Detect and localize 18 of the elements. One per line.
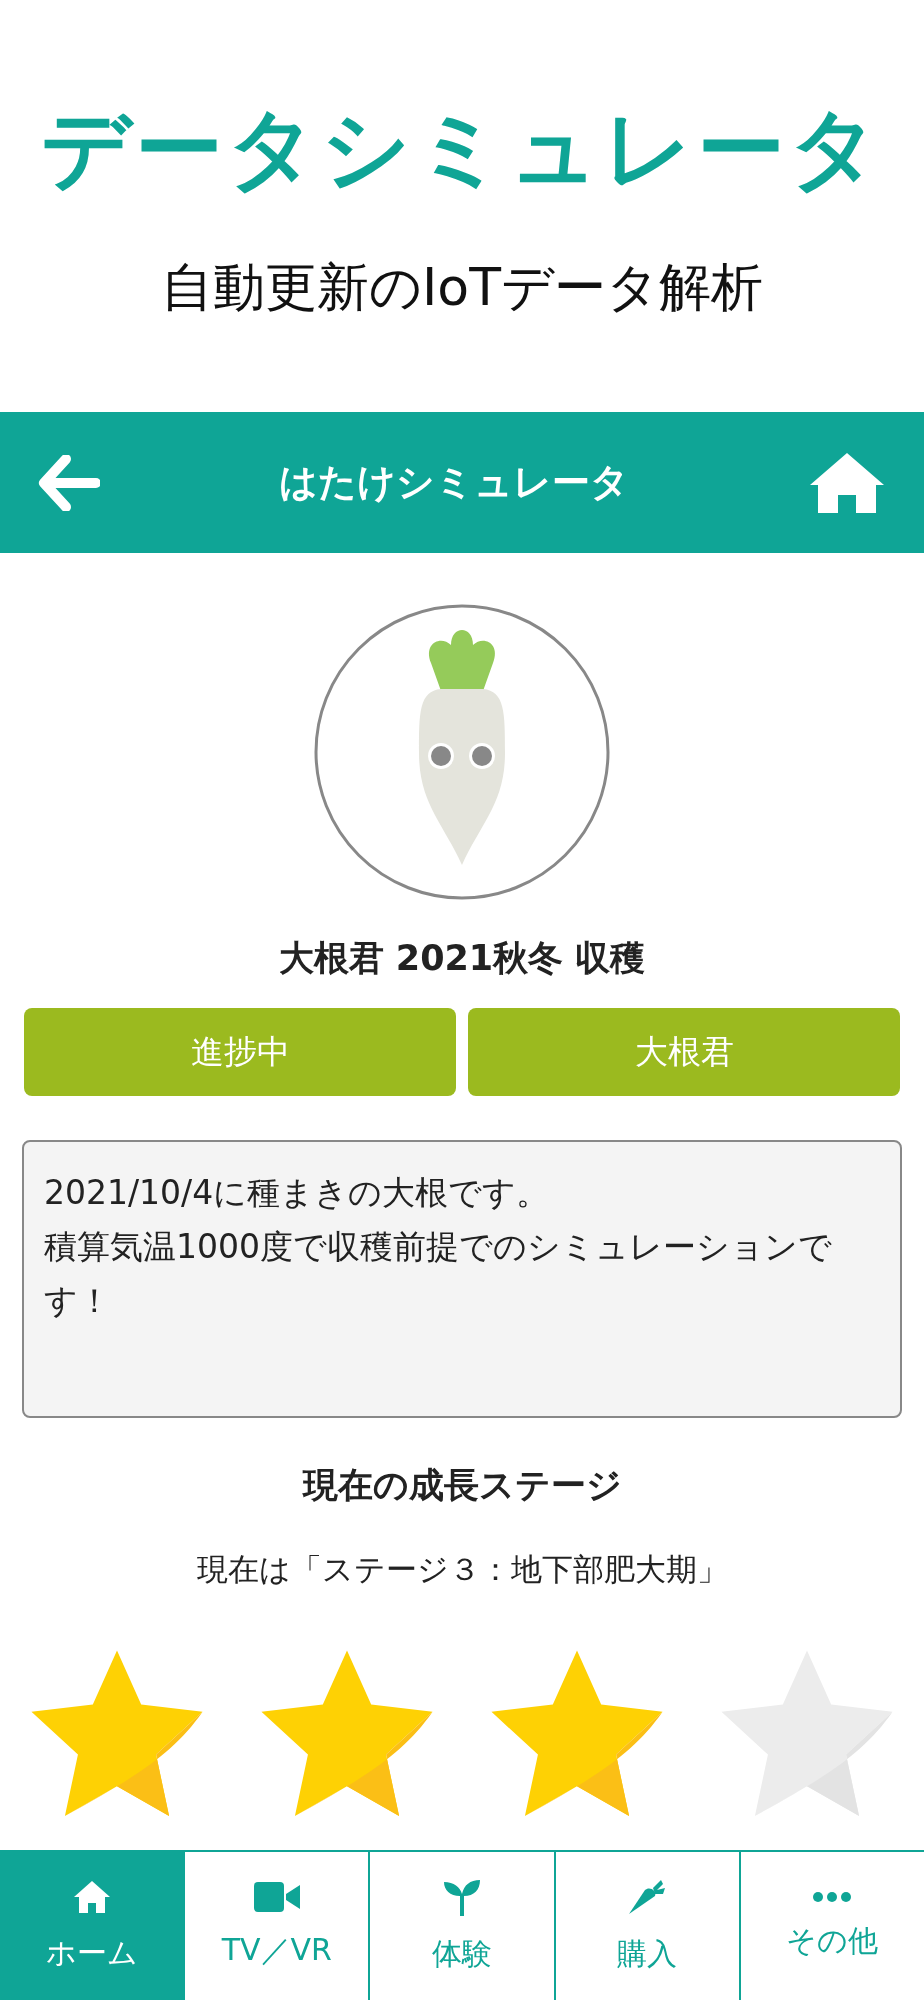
promo-title: データシミュレータ: [41, 95, 883, 202]
tag: 大根君: [468, 1008, 900, 1096]
crop-name: 大根君 2021秋冬 収穫: [278, 937, 646, 980]
nav-tab[interactable]: ホーム: [0, 1852, 186, 2000]
current-stage: 現在は「ステージ３：地下部肥大期」: [196, 1550, 728, 1589]
promo-subtitle: 自動更新のIoTデータ解析: [161, 255, 763, 319]
video-camera-icon: [253, 1881, 300, 1912]
description-text: 2021/10/4に種まきの大根です。: [44, 1172, 551, 1214]
stage-heading: 現在の成長ステージ: [302, 1464, 622, 1507]
back-button[interactable]: [38, 454, 100, 511]
sprout-icon: [442, 1877, 482, 1916]
tag: 進捗中: [24, 1008, 456, 1096]
header-title: はたけシミュレータ: [279, 459, 629, 506]
home-button[interactable]: [808, 450, 886, 515]
description-text: 積算気温1000度で収穫前提でのシミュレーションです！: [44, 1226, 833, 1322]
home-icon: [808, 450, 886, 515]
more-icon: [812, 1890, 853, 1903]
back-arrow-icon: [38, 454, 100, 511]
